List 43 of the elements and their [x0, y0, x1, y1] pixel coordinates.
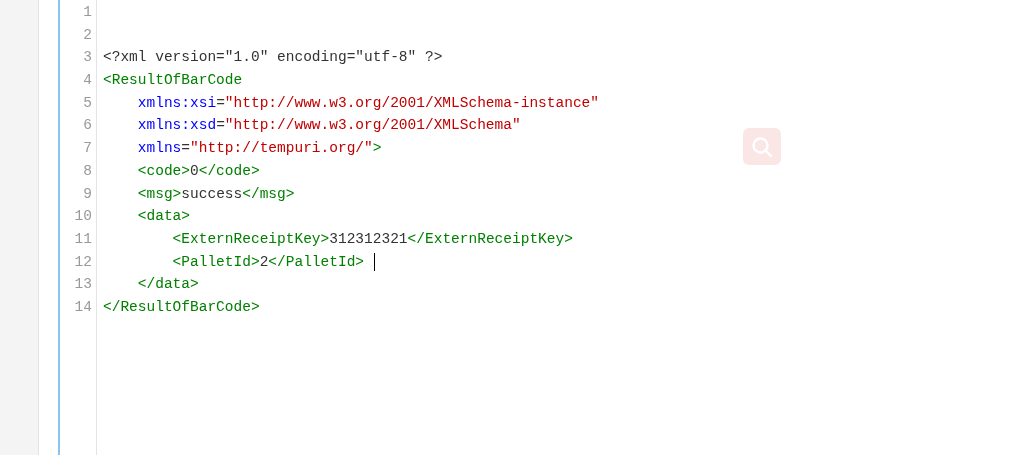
xml-tag: </code>: [198, 159, 260, 183]
code-text: 312312321: [329, 229, 408, 249]
line-number: 2: [83, 25, 92, 45]
line-number: 12: [74, 252, 92, 272]
xml-attribute: xmlns:xsd: [136, 116, 217, 136]
code-text: =: [216, 93, 225, 113]
xml-tag: <ResultOfBarCode: [103, 69, 243, 92]
xml-attribute: xmlns:xsi: [136, 93, 217, 113]
search-button[interactable]: [743, 128, 781, 165]
xml-tag: <PalletId>: [103, 250, 260, 274]
code-text: =: [181, 139, 191, 159]
code-text: 2: [259, 252, 269, 272]
xml-tag: </msg>: [242, 182, 295, 206]
attribute-value: "http://www.w3.org/2001/XMLSchema-instance": [224, 93, 599, 113]
xml-tag: <code>: [103, 159, 190, 183]
xml-tag: <ExternReceiptKey>: [103, 227, 330, 251]
line-number: 14: [74, 297, 92, 317]
xml-tag: <data>: [103, 205, 190, 228]
line-number: 6: [83, 116, 92, 136]
line-number: 7: [83, 139, 92, 159]
search-icon: [750, 134, 774, 159]
line-number: 3: [83, 48, 92, 68]
attribute-value: "http://www.w3.org/2001/XMLSchema": [224, 116, 521, 136]
line-number: 8: [83, 161, 92, 181]
xml-tag: </ResultOfBarCode>: [103, 295, 260, 319]
code-text: 0: [190, 161, 199, 181]
line-number: 9: [83, 184, 92, 204]
line-number: 5: [83, 93, 92, 113]
line-number: 1: [83, 3, 92, 22]
xml-tag: </data>: [103, 273, 199, 296]
code-text: =: [216, 116, 225, 136]
code-text: success: [181, 184, 243, 204]
xml-tag: <msg>: [103, 182, 182, 206]
line-number: 13: [74, 275, 92, 295]
xml-attribute: xmlns: [136, 139, 182, 159]
line-number: 4: [83, 71, 92, 91]
line-number: 10: [74, 207, 92, 227]
xml-tag: >: [372, 137, 382, 160]
attribute-value: "http://tempuri.org/": [190, 139, 373, 159]
xml-tag: </PalletId>: [268, 250, 365, 274]
xml-tag: </ExternReceiptKey>: [407, 227, 573, 251]
code-text: <?xml version="1.0" encoding="utf-8" ?>: [103, 48, 443, 68]
line-number: 11: [74, 229, 92, 249]
